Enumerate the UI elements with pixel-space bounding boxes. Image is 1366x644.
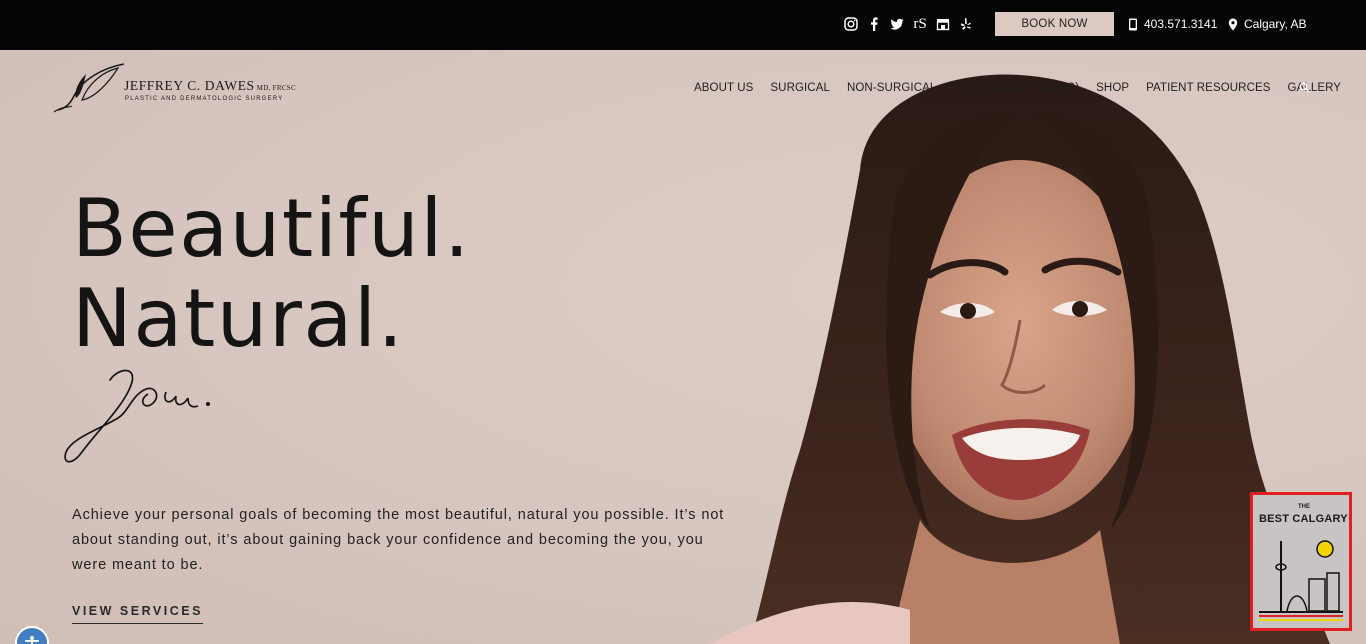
map-pin-icon bbox=[1228, 18, 1238, 30]
script-you-lettering bbox=[64, 369, 210, 463]
main-nav: ABOUT US SURGICAL NON-SURGICAL SKIN CANC… bbox=[694, 82, 1358, 94]
logo-name-text: JEFFREY C. DAWES bbox=[124, 78, 255, 93]
location-link[interactable]: Calgary, AB bbox=[1228, 17, 1306, 31]
realself-icon[interactable]: rS bbox=[912, 15, 928, 33]
hero-intro-text: Achieve your personal goals of becoming … bbox=[72, 506, 725, 573]
phone-link[interactable]: 403.571.3141 bbox=[1128, 17, 1217, 31]
nav-non-surgical[interactable]: NON-SURGICAL bbox=[847, 82, 936, 94]
nav-surgical[interactable]: SURGICAL bbox=[770, 82, 830, 94]
badge-the-text: THE bbox=[1298, 504, 1310, 510]
instagram-icon[interactable] bbox=[843, 15, 859, 33]
badge-title-text: BEST CALGARY bbox=[1259, 513, 1348, 525]
logo-subtitle: PLASTIC AND DERMATOLOGIC SURGERY bbox=[125, 96, 284, 102]
nav-about-us[interactable]: ABOUT US bbox=[694, 82, 753, 94]
nav-skin-cancer[interactable]: SKIN CANCER (MOHS) bbox=[953, 82, 1079, 94]
social-links: rS bbox=[843, 15, 974, 33]
accessibility-icon[interactable] bbox=[15, 626, 49, 644]
logo-credentials: MD, FRCSC bbox=[256, 84, 296, 92]
headline-line-1: Beautiful. bbox=[72, 182, 471, 275]
best-calgary-badge[interactable]: THE BEST CALGARY bbox=[1250, 492, 1352, 631]
top-bar: rS BOOK NOW 403.571.3141 Calgary, AB bbox=[0, 0, 1366, 50]
location-text: Calgary, AB bbox=[1244, 17, 1307, 31]
search-icon[interactable] bbox=[1299, 82, 1310, 93]
nav-gallery[interactable]: GALLERY bbox=[1288, 82, 1342, 94]
yelp-icon[interactable] bbox=[958, 15, 974, 33]
store-icon[interactable] bbox=[935, 15, 951, 33]
twitter-icon[interactable] bbox=[889, 15, 905, 33]
view-services-link[interactable]: VIEW SERVICES bbox=[72, 604, 203, 624]
hero-headline: Beautiful. Natural. bbox=[72, 184, 471, 364]
book-now-button[interactable]: BOOK NOW bbox=[995, 12, 1114, 36]
calgary-skyline-icon bbox=[1259, 540, 1343, 621]
headline-line-2: Natural. bbox=[72, 272, 405, 365]
hero-section: JEFFREY C. DAWES MD, FRCSC PLASTIC AND DE… bbox=[0, 50, 1366, 644]
phone-number: 403.571.3141 bbox=[1144, 17, 1218, 31]
nav-patient-resources[interactable]: PATIENT RESOURCES bbox=[1146, 82, 1270, 94]
facebook-icon[interactable] bbox=[866, 15, 882, 33]
feather-logo-icon bbox=[53, 63, 125, 113]
logo-name: JEFFREY C. DAWES MD, FRCSC bbox=[124, 78, 296, 94]
nav-shop[interactable]: SHOP bbox=[1096, 82, 1129, 94]
site-logo[interactable]: JEFFREY C. DAWES MD, FRCSC PLASTIC AND DE… bbox=[52, 62, 312, 116]
phone-icon bbox=[1129, 18, 1137, 30]
